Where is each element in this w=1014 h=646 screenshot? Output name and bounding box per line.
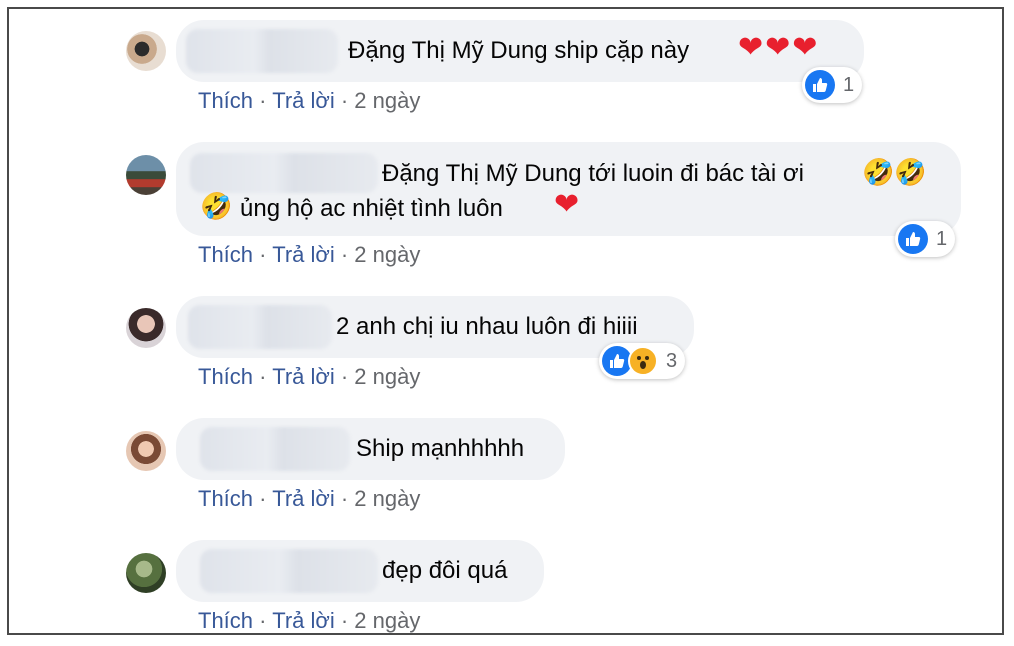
- like-link[interactable]: Thích: [198, 364, 253, 389]
- reaction-summary[interactable]: 1: [895, 221, 956, 257]
- comment-actions: Thích · Trả lời · 2 ngày: [198, 364, 420, 390]
- reply-link[interactable]: Trả lời: [272, 486, 335, 511]
- avatar[interactable]: [126, 553, 166, 593]
- avatar[interactable]: [126, 31, 166, 71]
- timestamp[interactable]: 2 ngày: [354, 608, 420, 633]
- separator: ·: [340, 88, 349, 113]
- separator: ·: [259, 242, 267, 267]
- separator: ·: [259, 608, 267, 633]
- rofl-emoji: 🤣: [200, 192, 233, 222]
- reaction-summary[interactable]: 3: [599, 343, 686, 379]
- comment-actions: Thích · Trả lời · 2 ngày: [198, 608, 420, 634]
- comment-thread: Đặng Thị Mỹ Dung ship cặp này ❤❤❤ 1 Thíc…: [7, 7, 1004, 635]
- like-link[interactable]: Thích: [198, 88, 253, 113]
- reply-link[interactable]: Trả lời: [272, 608, 335, 633]
- comment-bubble: Ship mạnhhhhh: [176, 418, 565, 480]
- reply-link[interactable]: Trả lời: [272, 242, 335, 267]
- separator: ·: [340, 608, 349, 633]
- heart-emoji: ❤: [554, 188, 580, 221]
- reply-link[interactable]: Trả lời: [272, 364, 335, 389]
- separator: ·: [340, 364, 349, 389]
- comment-text: Ship mạnhhhhh: [356, 435, 525, 462]
- reaction-count: 1: [843, 73, 855, 96]
- timestamp[interactable]: 2 ngày: [354, 242, 420, 267]
- heart-emoji-group: ❤❤❤: [738, 31, 820, 64]
- reaction-summary[interactable]: 1: [802, 67, 863, 103]
- separator: ·: [259, 486, 267, 511]
- comment-text: Đặng Thị Mỹ Dung ship cặp này: [348, 37, 690, 64]
- timestamp[interactable]: 2 ngày: [354, 364, 420, 389]
- blurred-author-name: [186, 29, 338, 73]
- like-link[interactable]: Thích: [198, 608, 253, 633]
- timestamp[interactable]: 2 ngày: [354, 88, 420, 113]
- separator: ·: [259, 88, 267, 113]
- reaction-count: 3: [666, 349, 678, 372]
- avatar[interactable]: [126, 155, 166, 195]
- comment-bubble: Đặng Thị Mỹ Dung ship cặp này ❤❤❤: [176, 20, 864, 82]
- comment-text-line2: ủng hộ ac nhiệt tình luôn: [240, 195, 503, 222]
- blurred-author-name: [190, 153, 378, 193]
- like-link[interactable]: Thích: [198, 486, 253, 511]
- comment-actions: Thích · Trả lời · 2 ngày: [198, 242, 420, 268]
- comment-actions: Thích · Trả lời · 2 ngày: [198, 486, 420, 512]
- comment-text: Đặng Thị Mỹ Dung tới luoin đi bác tài ơi: [382, 160, 804, 187]
- like-icon: [898, 224, 928, 254]
- avatar[interactable]: [126, 431, 166, 471]
- blurred-author-name: [200, 427, 350, 471]
- comment-actions: Thích · Trả lời · 2 ngày: [198, 88, 420, 114]
- comment-bubble: Đặng Thị Mỹ Dung tới luoin đi bác tài ơi…: [176, 142, 961, 236]
- reaction-count: 1: [936, 227, 948, 250]
- avatar[interactable]: [126, 308, 166, 348]
- comment-text: 2 anh chị iu nhau luôn đi hiiii: [336, 313, 638, 340]
- blurred-author-name: [200, 549, 378, 593]
- rofl-emoji-group: 🤣🤣: [862, 158, 927, 188]
- reply-link[interactable]: Trả lời: [272, 88, 335, 113]
- blurred-author-name: [188, 305, 332, 349]
- separator: ·: [340, 486, 349, 511]
- wow-icon: [628, 346, 658, 376]
- comment-bubble: đẹp đôi quá: [176, 540, 544, 602]
- separator: ·: [340, 242, 349, 267]
- like-link[interactable]: Thích: [198, 242, 253, 267]
- like-icon: [805, 70, 835, 100]
- timestamp[interactable]: 2 ngày: [354, 486, 420, 511]
- comment-text: đẹp đôi quá: [382, 557, 508, 584]
- separator: ·: [259, 364, 267, 389]
